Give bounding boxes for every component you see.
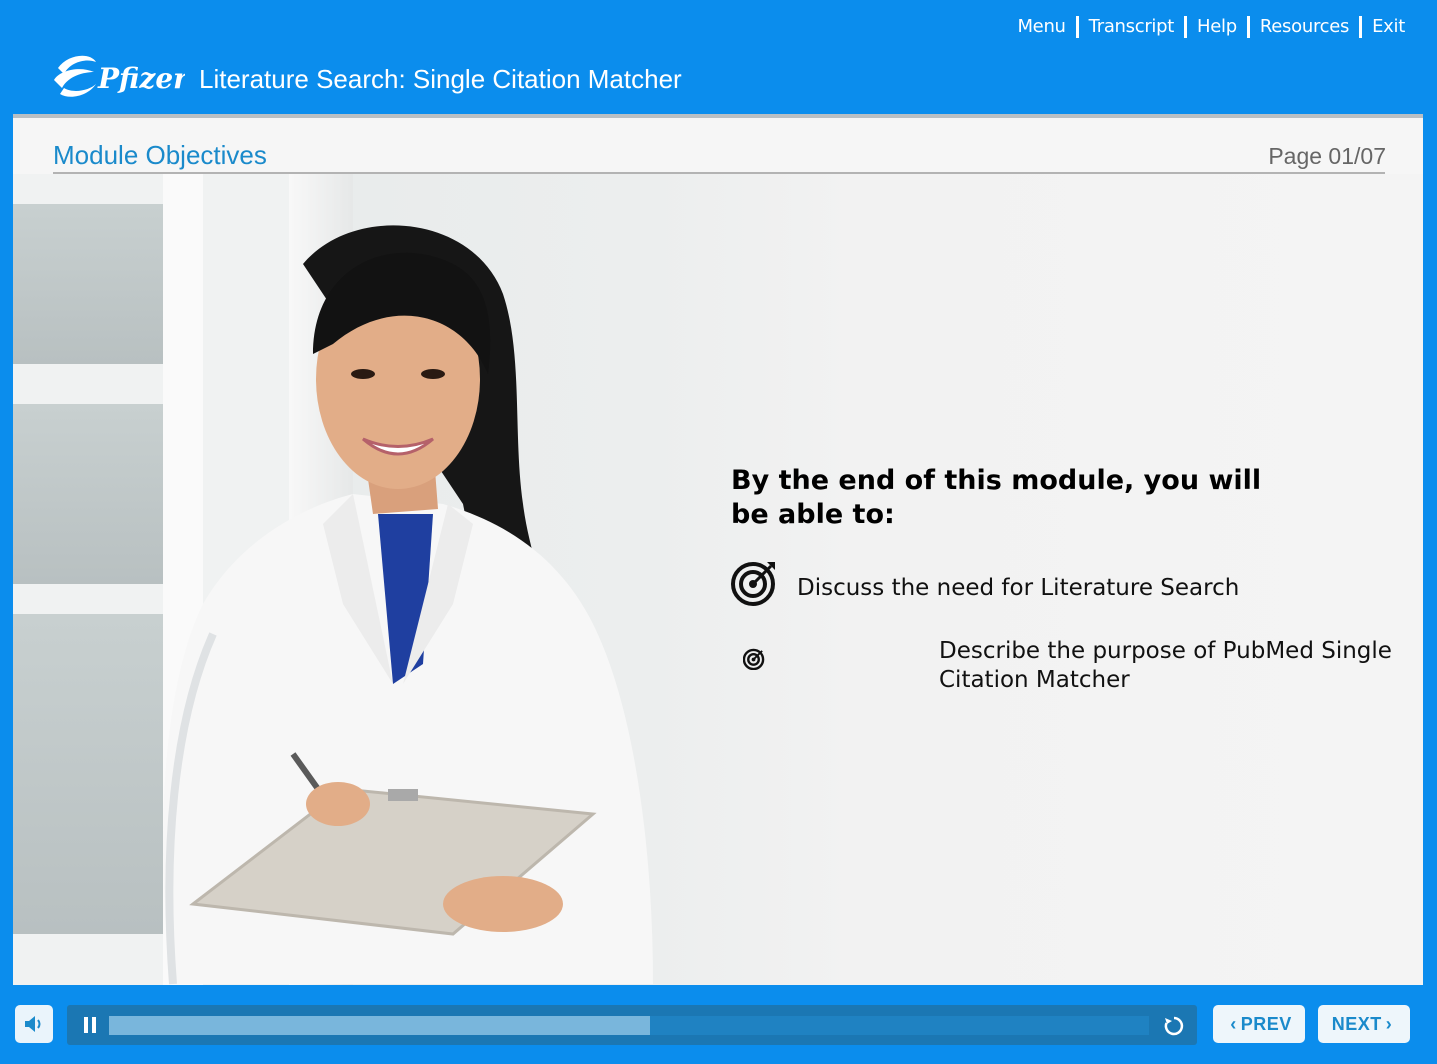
next-label: NEXT (1331, 1013, 1382, 1034)
replay-icon[interactable] (1162, 1014, 1186, 1038)
objective-item: Describe the purpose of PubMed Single Ci… (939, 638, 1392, 693)
slide-background-photo: By the end of this module, you will be a… (13, 174, 1423, 985)
speaker-icon (25, 1016, 41, 1032)
media-player (67, 1005, 1197, 1045)
nav-help-link[interactable]: Help (1187, 14, 1247, 40)
nav-menu-link[interactable]: Menu (1007, 14, 1075, 40)
progress-track[interactable] (109, 1016, 1149, 1035)
objectives-block: By the end of this module, you will be a… (731, 464, 1411, 693)
chevron-left-icon: ‹ (1230, 1013, 1237, 1034)
objectives-heading: By the end of this module, you will be a… (731, 465, 1262, 530)
progress-fill (109, 1016, 650, 1035)
nav-transcript-link[interactable]: Transcript (1079, 14, 1184, 40)
course-player-window: Menu Transcript Help Resources Exit Pfiz… (0, 0, 1437, 1064)
page-counter: Page 01/07 (1268, 143, 1386, 169)
slide-panel: Module Objectives Page 01/07 By the end … (13, 114, 1423, 985)
prev-button[interactable]: ‹ PREV (1213, 1005, 1305, 1043)
nav-resources-link[interactable]: Resources (1250, 14, 1359, 40)
top-navigation: Menu Transcript Help Resources Exit (1007, 14, 1415, 40)
player-controls-bar: ‹ PREV NEXT › (0, 985, 1437, 1064)
slide-title: Module Objectives (53, 140, 267, 170)
chevron-right-icon: › (1385, 1013, 1393, 1034)
pause-icon[interactable] (81, 1016, 99, 1034)
doctor-illustration (163, 225, 653, 985)
course-title: Literature Search: Single Citation Match… (199, 64, 682, 94)
logo-text: Pfizer (97, 62, 185, 95)
target-icon (743, 648, 765, 670)
pfizer-logo: Pfizer (54, 55, 185, 97)
objective-item: Discuss the need for Literature Search (797, 575, 1240, 601)
slide-title-bar: Module Objectives Page 01/07 (13, 118, 1423, 174)
prev-label: PREV (1240, 1013, 1292, 1034)
next-button[interactable]: NEXT › (1318, 1005, 1410, 1043)
audio-toggle-button[interactable] (15, 1005, 53, 1043)
nav-exit-link[interactable]: Exit (1362, 14, 1415, 40)
target-icon (731, 562, 775, 606)
